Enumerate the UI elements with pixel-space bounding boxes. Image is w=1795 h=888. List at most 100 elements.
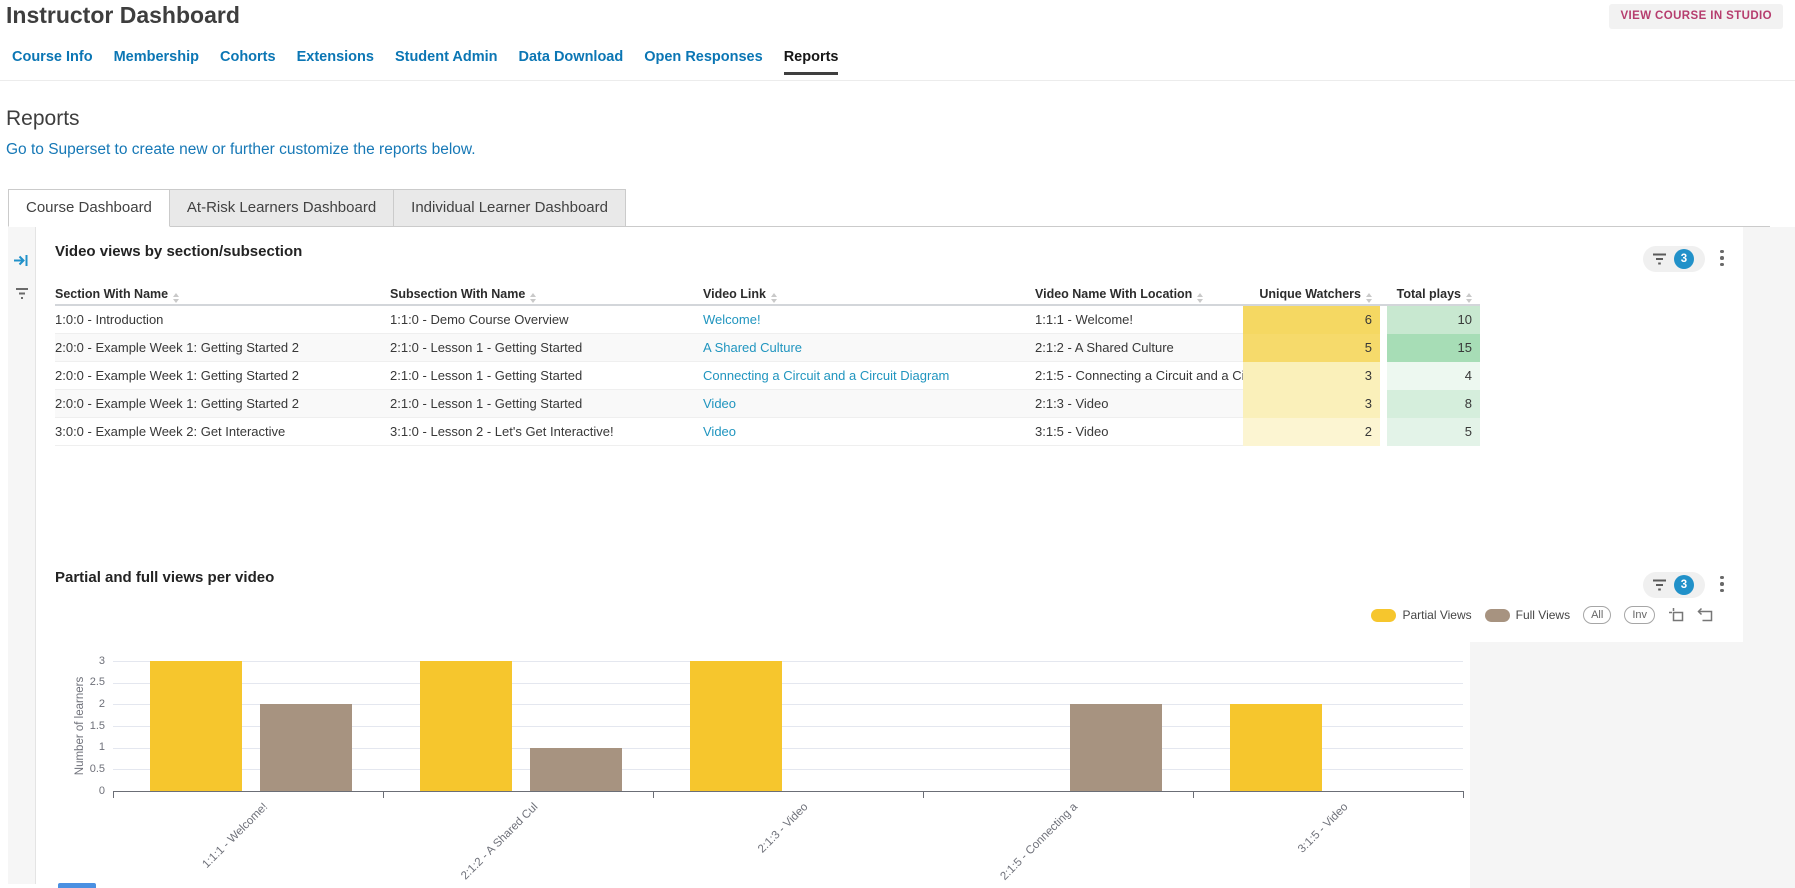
y-axis-title: Number of learners [74,677,86,775]
sort-icon [1197,293,1203,303]
legend-item-partial-views[interactable]: Partial Views [1371,608,1471,622]
expand-filter-bar-icon[interactable] [13,253,30,273]
table-more-options-button[interactable] [1714,247,1730,269]
cell-video-name: 3:1:5 - Video [1035,418,1243,446]
cell-total-plays: 8 [1380,390,1480,418]
x-axis-label: 2:1:5 - Connecting a [999,801,1081,883]
cell-video-name: 2:1:5 - Connecting a Circuit and a Circu… [1035,362,1243,390]
chart-applied-filters-button[interactable]: 3 [1643,572,1705,598]
table-applied-filters-button[interactable]: 3 [1643,246,1705,272]
nav-item-extensions[interactable]: Extensions [297,49,374,75]
y-tick-label: 0 [65,785,105,797]
y-tick-label: 1 [65,741,105,753]
cell-video-link[interactable]: Video [703,418,1035,446]
cell-section: 2:0:0 - Example Week 1: Getting Started … [55,362,390,390]
table-row: 1:0:0 - Introduction1:1:0 - Demo Course … [55,306,1480,334]
table-header-row: Section With NameSubsection With NameVid… [55,285,1480,306]
legend-button-all[interactable]: All [1583,606,1611,624]
bar-partial-views-2-1-2-a-shared-cul [420,661,512,791]
filter-count-badge: 3 [1674,249,1694,269]
cell-video-name: 1:1:1 - Welcome! [1035,306,1243,334]
page-title: Instructor Dashboard [6,2,240,29]
cell-video-name: 2:1:3 - Video [1035,390,1243,418]
nav-item-membership[interactable]: Membership [114,49,199,75]
column-header-video-name-with-location[interactable]: Video Name With Location [1035,287,1243,303]
cell-video-link[interactable]: A Shared Culture [703,334,1035,362]
nav-item-student-admin[interactable]: Student Admin [395,49,498,75]
filter-count-badge: 3 [1674,575,1694,595]
cell-section: 1:0:0 - Introduction [55,306,390,334]
gridline [113,661,1463,662]
cell-unique-watchers: 3 [1243,390,1380,418]
tab-at-risk-learners-dashboard[interactable]: At-Risk Learners Dashboard [170,189,394,227]
nav-divider [0,80,1795,81]
nav-item-reports[interactable]: Reports [784,49,839,75]
cell-video-link[interactable]: Video [703,390,1035,418]
instructor-nav: Course Info Membership Cohorts Extensions St… [12,49,859,75]
sort-icon [530,293,536,303]
cell-unique-watchers: 3 [1243,362,1380,390]
cell-section: 2:0:0 - Example Week 1: Getting Started … [55,390,390,418]
sort-icon [771,293,777,303]
funnel-icon [1652,578,1667,592]
y-tick-label: 2 [65,698,105,710]
y-tick-label: 1.5 [65,720,105,732]
cell-video-link[interactable]: Connecting a Circuit and a Circuit Diagr… [703,362,1035,390]
video-views-table: Section With NameSubsection With NameVid… [55,285,1480,446]
x-axis-tick [923,792,924,798]
filter-bar-collapsed [8,227,36,884]
filter-funnel-icon[interactable] [15,287,29,305]
cell-unique-watchers: 5 [1243,334,1380,362]
view-course-in-studio-button[interactable]: VIEW COURSE IN STUDIO [1609,4,1783,29]
gridline [113,726,1463,727]
cell-unique-watchers: 2 [1243,418,1380,446]
x-axis-line [113,791,1464,792]
sort-icon [1466,293,1472,303]
clear-selection-icon[interactable] [1697,607,1713,623]
legend-label: Full Views [1516,608,1570,622]
gridline [113,683,1463,684]
y-tick-label: 0.5 [65,763,105,775]
tab-course-dashboard[interactable]: Course Dashboard [8,189,170,227]
bottom-cropped-element [58,883,96,888]
legend-item-full-views[interactable]: Full Views [1485,608,1570,622]
x-axis-tick [383,792,384,798]
column-header-video-link[interactable]: Video Link [703,287,1035,303]
bar-partial-views-1-1-1-welcome [150,661,242,791]
legend-button-inv[interactable]: Inv [1624,606,1655,624]
bar-partial-views-2-1-3-video [690,661,782,791]
column-header-unique-watchers[interactable]: Unique Watchers [1243,287,1380,303]
y-tick-label: 3 [65,655,105,667]
bar-partial-views-3-1-5-video [1230,704,1322,791]
funnel-icon [1652,252,1667,266]
chart-more-options-button[interactable] [1714,573,1730,595]
table-row: 2:0:0 - Example Week 1: Getting Started … [55,334,1480,362]
tab-individual-learner-dashboard[interactable]: Individual Learner Dashboard [394,189,626,227]
nav-item-cohorts[interactable]: Cohorts [220,49,276,75]
nav-item-open-responses[interactable]: Open Responses [644,49,762,75]
column-header-subsection-with-name[interactable]: Subsection With Name [390,287,703,303]
box-select-icon[interactable] [1668,607,1684,623]
dashboard-tabs: Course DashboardAt-Risk Learners Dashboa… [8,189,626,227]
gridline [113,704,1463,705]
table-row: 2:0:0 - Example Week 1: Getting Started … [55,390,1480,418]
nav-item-data-download[interactable]: Data Download [519,49,624,75]
chart-legend: Partial Views Full Views All Inv [1371,606,1713,624]
table-row: 2:0:0 - Example Week 1: Getting Started … [55,362,1480,390]
cell-video-link[interactable]: Welcome! [703,306,1035,334]
views-chart-title: Partial and full views per video [55,569,274,586]
bar-full-views-2-1-2-a-shared-cul [530,748,622,791]
superset-link[interactable]: Go to Superset to create new or further … [6,141,476,159]
cell-section: 3:0:0 - Example Week 2: Get Interactive [55,418,390,446]
nav-item-course-info[interactable]: Course Info [12,49,93,75]
x-axis-label: 3:1:5 - Video [1296,801,1350,855]
column-header-section-with-name[interactable]: Section With Name [55,287,390,303]
dashboard-background-area [1470,642,1795,888]
y-tick-label: 2.5 [65,676,105,688]
legend-label: Partial Views [1402,608,1471,622]
bar-full-views-1-1-1-welcome [260,704,352,791]
cell-subsection: 2:1:0 - Lesson 1 - Getting Started [390,390,703,418]
cell-section: 2:0:0 - Example Week 1: Getting Started … [55,334,390,362]
bar-full-views-2-1-5-connecting-a [1070,704,1162,791]
column-header-total-plays[interactable]: Total plays [1380,287,1480,303]
